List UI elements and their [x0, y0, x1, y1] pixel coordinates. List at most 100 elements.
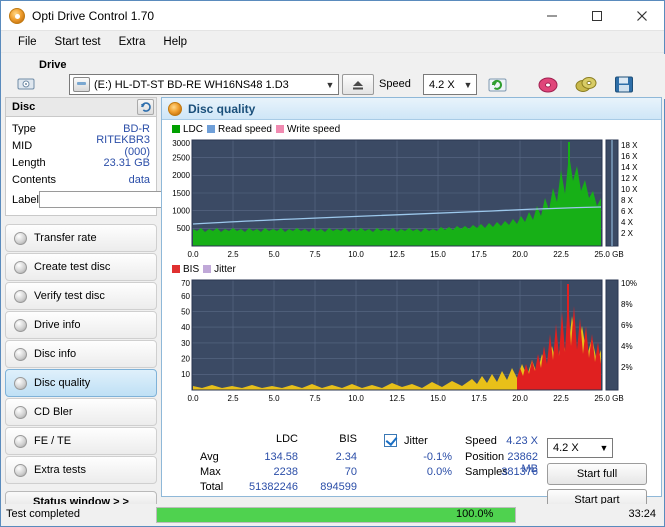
disc-label-key: Label	[12, 193, 39, 206]
sidebar-item-transfer-rate[interactable]: Transfer rate	[5, 224, 157, 252]
svg-text:10%: 10%	[621, 279, 637, 288]
stats-area: LDC BIS Avg 134.58 2.34 Max 2238 70 Tota…	[162, 430, 661, 511]
status-message: Test completed	[6, 508, 80, 520]
disc-length-key: Length	[12, 156, 46, 169]
close-icon[interactable]	[619, 1, 664, 31]
legend-swatch-icon	[172, 265, 180, 273]
svg-text:7.5: 7.5	[309, 394, 321, 403]
svg-text:4 X: 4 X	[621, 218, 634, 227]
refresh-drive-button[interactable]	[485, 72, 511, 97]
bullet-icon	[14, 289, 27, 303]
sidebar-item-disc-info[interactable]: Disc info	[5, 340, 157, 368]
svg-text:6 X: 6 X	[621, 207, 634, 216]
discs-button[interactable]	[573, 72, 599, 97]
test-speed-select[interactable]: 4.2 X ▼	[547, 438, 613, 458]
disc-mid-value: RITEKBR3 (000)	[96, 133, 150, 158]
stats-col-bis: BIS	[339, 433, 357, 445]
chevron-down-icon: ▼	[463, 79, 473, 90]
bullet-icon	[14, 434, 27, 448]
page-title: Disc quality	[188, 101, 256, 116]
disc-refresh-icon[interactable]	[137, 99, 154, 115]
sidebar-item-label: Disc quality	[34, 377, 91, 389]
maximize-icon[interactable]	[574, 1, 619, 31]
speed-select-value: 4.2 X	[429, 78, 455, 91]
svg-text:40: 40	[181, 323, 190, 332]
svg-text:1000: 1000	[172, 207, 190, 216]
svg-text:20.0: 20.0	[512, 250, 528, 259]
legend-swatch-icon	[275, 125, 284, 133]
sidebar-item-create-test-disc[interactable]: Create test disc	[5, 253, 157, 281]
sidebar-item-label: Drive info	[34, 319, 81, 331]
stats-col-ldc: LDC	[275, 433, 298, 445]
sidebar-item-label: Transfer rate	[34, 232, 97, 244]
stats-max-bis: 70	[344, 466, 357, 478]
nav-list: Transfer rate Create test disc Verify te…	[5, 224, 157, 484]
menu-extra[interactable]: Extra	[110, 33, 155, 51]
sidebar-item-label: FE / TE	[34, 435, 72, 447]
svg-text:17.5: 17.5	[471, 250, 487, 259]
svg-text:12.5: 12.5	[389, 250, 405, 259]
panel-header: Disc quality	[162, 98, 661, 120]
jitter-label: Jitter	[404, 435, 428, 447]
legend-write-speed: Write speed	[275, 123, 341, 135]
minimize-icon[interactable]	[529, 1, 574, 31]
legend-label: Write speed	[286, 123, 341, 135]
svg-text:22.5: 22.5	[553, 394, 569, 403]
disc-color-button[interactable]	[535, 72, 561, 97]
disc-section-title: Disc	[12, 101, 36, 113]
svg-text:10: 10	[181, 370, 190, 379]
sidebar-item-drive-info[interactable]: Drive info	[5, 311, 157, 339]
menu-bar: File Start test Extra Help	[1, 31, 664, 53]
svg-text:3000: 3000	[172, 139, 190, 148]
progress-text: 100.0%	[456, 508, 494, 520]
save-button[interactable]	[611, 72, 637, 97]
legend-swatch-icon	[203, 265, 212, 273]
chevron-down-icon: ▼	[599, 443, 609, 453]
svg-text:2%: 2%	[621, 363, 633, 372]
bullet-icon	[14, 347, 27, 361]
menu-file[interactable]: File	[9, 33, 46, 51]
svg-text:6%: 6%	[621, 321, 633, 330]
test-speed-value: 4.2 X	[553, 442, 579, 454]
bullet-icon	[14, 376, 27, 390]
sidebar-item-extra-tests[interactable]: Extra tests	[5, 456, 157, 484]
sidebar-item-cd-bler[interactable]: CD Bler	[5, 398, 157, 426]
title-bar: Opti Drive Control 1.70	[1, 1, 664, 31]
window-title: Opti Drive Control 1.70	[32, 8, 155, 23]
svg-text:10.0: 10.0	[348, 250, 364, 259]
svg-text:2500: 2500	[172, 154, 190, 163]
app-window: Opti Drive Control 1.70 File Start test …	[0, 0, 665, 527]
svg-text:25.0 GB: 25.0 GB	[594, 394, 623, 403]
optical-drive-icon	[73, 77, 90, 92]
stats-row-total-label: Total	[200, 481, 224, 493]
status-bar: Test completed 100.0% 33:24	[1, 504, 664, 526]
eject-button[interactable]	[342, 74, 374, 95]
svg-text:10 X: 10 X	[621, 185, 638, 194]
sidebar-item-disc-quality[interactable]: Disc quality	[5, 369, 157, 397]
menu-start-test[interactable]: Start test	[46, 33, 110, 51]
svg-text:25.0 GB: 25.0 GB	[594, 250, 623, 259]
disc-type-key: Type	[12, 122, 36, 135]
menu-help[interactable]: Help	[154, 33, 196, 51]
panel-icon	[168, 101, 182, 116]
svg-text:2.5: 2.5	[227, 250, 239, 259]
svg-text:16 X: 16 X	[621, 152, 638, 161]
speed-select[interactable]: 4.2 X ▼	[423, 74, 477, 95]
jitter-avg-value: -0.1%	[423, 451, 452, 463]
disc-mid-key: MID	[12, 139, 33, 152]
svg-text:8 X: 8 X	[621, 196, 634, 205]
sidebar-item-fe-te[interactable]: FE / TE	[5, 427, 157, 455]
drive-select[interactable]: (E:) HL-DT-ST BD-RE WH16NS48 1.D3 ▼	[69, 74, 339, 95]
chevron-down-icon: ▼	[325, 79, 335, 90]
svg-text:22.5: 22.5	[553, 250, 569, 259]
svg-text:0.0: 0.0	[187, 250, 199, 259]
svg-text:8%: 8%	[621, 300, 633, 309]
bullet-icon	[14, 463, 27, 477]
drive-toolbar: Drive (E:) HL-DT-ST BD-RE WH16NS48 1.D3 …	[1, 54, 665, 99]
svg-text:30: 30	[181, 339, 190, 348]
start-full-button[interactable]: Start full	[547, 463, 647, 485]
disc-info-row: Length 23.31 GB	[6, 154, 156, 171]
window-controls	[529, 1, 664, 31]
sidebar-item-verify-test-disc[interactable]: Verify test disc	[5, 282, 157, 310]
jitter-checkbox[interactable]	[384, 434, 397, 450]
